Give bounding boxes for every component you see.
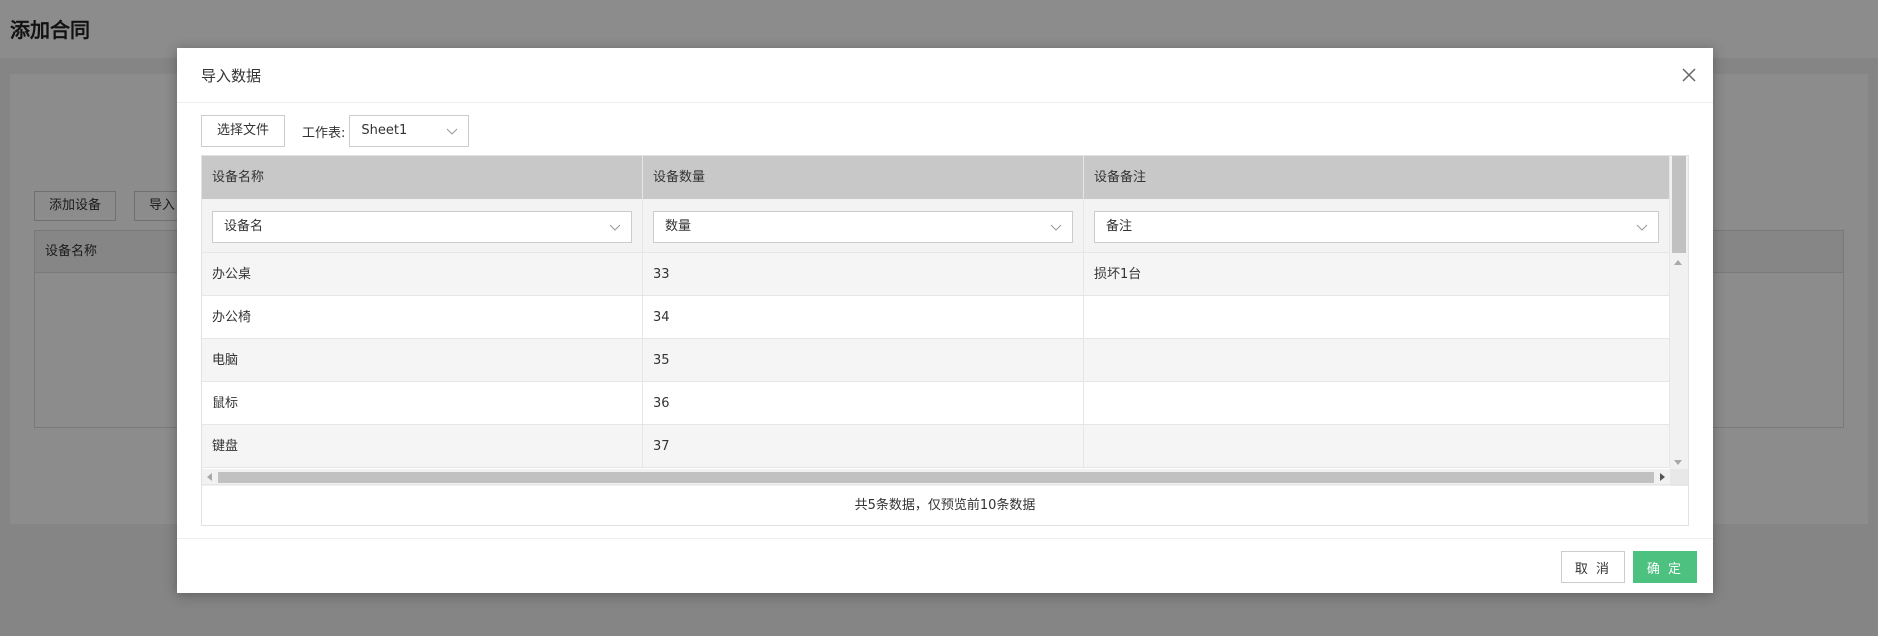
table-row: 办公桌 33 损坏1台: [202, 253, 1670, 296]
mapping-cell: 数量: [643, 199, 1084, 252]
preview-summary: 共5条数据，仅预览前10条数据: [202, 484, 1688, 525]
table-cell: [1084, 339, 1670, 382]
chevron-down-icon: [609, 224, 621, 231]
table-cell: [1084, 425, 1670, 468]
table-cell: 鼠标: [202, 382, 643, 425]
mapping-select-value: 备注: [1106, 219, 1133, 234]
table-cell: 办公椅: [202, 296, 643, 339]
table-cell: [1084, 296, 1670, 339]
mapping-select-value: 数量: [665, 219, 692, 234]
mapping-cell: 设备名: [202, 199, 643, 252]
chevron-down-icon: [1050, 224, 1062, 231]
table-cell: 损坏1台: [1084, 253, 1670, 296]
mapping-select[interactable]: 设备名: [212, 211, 632, 243]
chevron-down-icon: [447, 128, 458, 135]
scroll-up-icon[interactable]: [1674, 260, 1682, 265]
import-data-dialog: 导入数据 选择文件 工作表: Sheet1 设备名称 设备数量 设备备注 设备名: [177, 48, 1713, 593]
preview-grid: 设备名称 设备数量 设备备注 设备名 数量 备注 办公桌 33 损坏1台 办公椅…: [201, 155, 1689, 526]
close-icon[interactable]: [1679, 65, 1699, 85]
scroll-right-icon[interactable]: [1660, 473, 1665, 481]
scroll-down-icon[interactable]: [1674, 460, 1682, 465]
column-header: 设备备注: [1084, 156, 1670, 199]
table-row: 办公椅 34: [202, 296, 1670, 339]
dialog-header: 导入数据: [177, 48, 1713, 103]
sheet-select[interactable]: Sheet1: [349, 115, 470, 147]
mapping-select-value: 设备名: [224, 219, 264, 234]
table-cell: [1084, 382, 1670, 425]
table-cell: 办公桌: [202, 253, 643, 296]
table-cell: 35: [643, 339, 1084, 382]
column-header: 设备名称: [202, 156, 643, 199]
table-cell: 36: [643, 382, 1084, 425]
vertical-scrollbar[interactable]: [1670, 156, 1688, 469]
preview-table-header: 设备名称 设备数量 设备备注: [202, 156, 1670, 199]
import-toolbar: 选择文件 工作表: Sheet1: [201, 115, 470, 147]
vertical-scroll-thumb[interactable]: [1672, 156, 1686, 253]
column-header: 设备数量: [643, 156, 1084, 199]
dialog-footer: 取 消 确 定: [177, 538, 1713, 593]
confirm-button[interactable]: 确 定: [1633, 551, 1697, 583]
table-cell: 37: [643, 425, 1084, 468]
table-cell: 键盘: [202, 425, 643, 468]
horizontal-scroll-thumb[interactable]: [218, 472, 1654, 483]
mapping-cell: 备注: [1084, 199, 1670, 252]
table-cell: 34: [643, 296, 1084, 339]
table-cell: 33: [643, 253, 1084, 296]
mapping-select[interactable]: 备注: [1094, 211, 1659, 243]
choose-file-button[interactable]: 选择文件: [201, 115, 286, 147]
preview-table: 设备名称 设备数量 设备备注 设备名 数量 备注 办公桌 33 损坏1台 办公椅…: [202, 156, 1670, 469]
sheet-select-value: Sheet1: [361, 123, 408, 138]
scroll-left-icon[interactable]: [207, 473, 212, 481]
table-cell: 电脑: [202, 339, 643, 382]
mapping-select[interactable]: 数量: [653, 211, 1073, 243]
table-row: 鼠标 36: [202, 382, 1670, 425]
table-row: 电脑 35: [202, 339, 1670, 382]
dialog-title: 导入数据: [201, 67, 262, 85]
field-mapping-row: 设备名 数量 备注: [202, 199, 1670, 253]
chevron-down-icon: [1636, 224, 1648, 231]
sheet-label: 工作表:: [302, 125, 346, 141]
cancel-button[interactable]: 取 消: [1561, 551, 1625, 583]
table-row: 键盘 37: [202, 425, 1670, 468]
